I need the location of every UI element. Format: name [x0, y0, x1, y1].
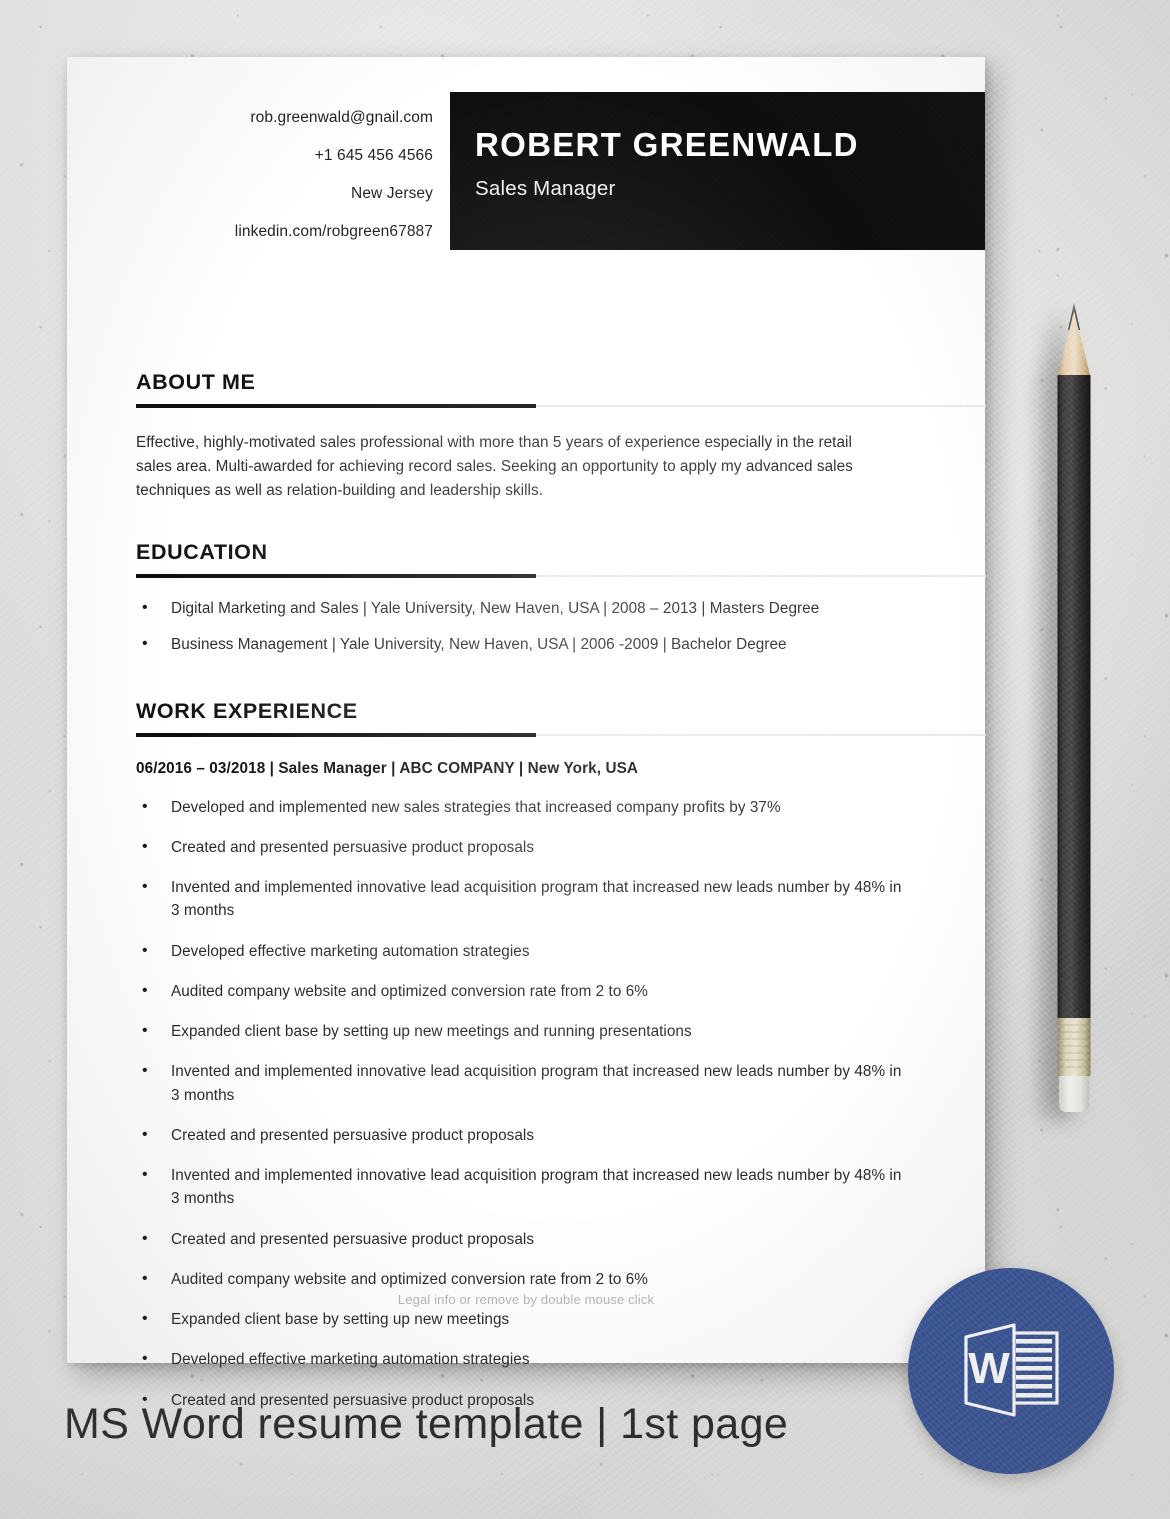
contact-row-phone: +1 645 456 4566: [137, 137, 477, 175]
list-item: Audited company website and optimized co…: [136, 979, 911, 1004]
pencil-illustration: [1057, 303, 1091, 1112]
list-item: Invented and implemented innovative lead…: [136, 1059, 911, 1107]
contact-email-text: rob.greenwald@gnail.com: [250, 109, 433, 126]
section-heading-work: WORK EXPERIENCE: [136, 699, 358, 723]
list-item: Created and presented persuasive product…: [136, 1226, 911, 1251]
about-me-text: Effective, highly-motivated sales profes…: [136, 433, 853, 499]
section-education: EDUCATION Digital Marketing and Sales | …: [136, 540, 986, 669]
section-about-me: ABOUT ME Effective, highly-motivated sal…: [136, 370, 986, 503]
contact-row-email: rob.greenwald@gnail.com: [137, 99, 477, 137]
contact-linkedin-text: linkedin.com/robgreen67887: [234, 223, 433, 240]
page-title: ROBERT GREENWALD: [475, 126, 859, 163]
list-item: Developed and implemented new sales stra…: [136, 794, 911, 819]
resume-page: rob.greenwald@gnail.com +1 645 456 4566: [67, 57, 986, 1412]
section-rule-work: [136, 732, 986, 738]
bottom-caption: MS Word resume template | 1st page: [64, 1400, 789, 1448]
contact-phone-text: +1 645 456 4566: [314, 147, 433, 164]
contact-location-text: New Jersey: [351, 185, 433, 202]
svg-text:W: W: [968, 1344, 1010, 1393]
stone-background: rob.greenwald@gnail.com +1 645 456 4566: [0, 0, 1170, 1519]
section-rule-about: [136, 403, 986, 409]
list-item: Invented and implemented innovative lead…: [136, 875, 911, 923]
contact-row-location: New Jersey: [137, 175, 477, 213]
list-item: Expanded client base by setting up new m…: [136, 1019, 911, 1044]
list-item: Digital Marketing and Sales | Yale Unive…: [136, 595, 936, 620]
work-job-line: 06/2016 – 03/2018 | Sales Manager | ABC …: [136, 759, 639, 777]
section-rule-education: [136, 573, 986, 579]
list-item: Business Management | Yale University, N…: [136, 632, 936, 657]
name-banner: ROBERT GREENWALD Sales Manager: [450, 92, 985, 250]
list-item: Created and presented persuasive product…: [136, 835, 911, 860]
list-item: Expanded client base by setting up new m…: [136, 1307, 911, 1332]
legal-note: Legal info or remove by double mouse cli…: [397, 1292, 655, 1307]
list-item: Developed effective marketing automation…: [136, 1347, 911, 1372]
list-item: Developed effective marketing automation…: [136, 938, 911, 963]
section-work-experience: WORK EXPERIENCE 06/2016 – 03/2018 | Sale…: [136, 699, 986, 1429]
section-heading-about: ABOUT ME: [136, 370, 256, 394]
education-list: Digital Marketing and Sales | Yale Unive…: [136, 595, 986, 657]
list-item: Audited company website and optimized co…: [136, 1267, 911, 1292]
list-item: Invented and implemented innovative lead…: [136, 1163, 911, 1211]
section-heading-education: EDUCATION: [136, 540, 268, 564]
word-logo-icon: W: [964, 1323, 1059, 1417]
work-experience-list: Developed and implemented new sales stra…: [136, 794, 986, 1412]
job-title: Sales Manager: [475, 176, 616, 200]
contact-block: rob.greenwald@gnail.com +1 645 456 4566: [137, 99, 477, 251]
contact-row-linkedin: linkedin.com/robgreen67887: [137, 213, 477, 251]
ms-word-badge: W: [908, 1268, 1114, 1474]
list-item: Created and presented persuasive product…: [136, 1123, 911, 1148]
